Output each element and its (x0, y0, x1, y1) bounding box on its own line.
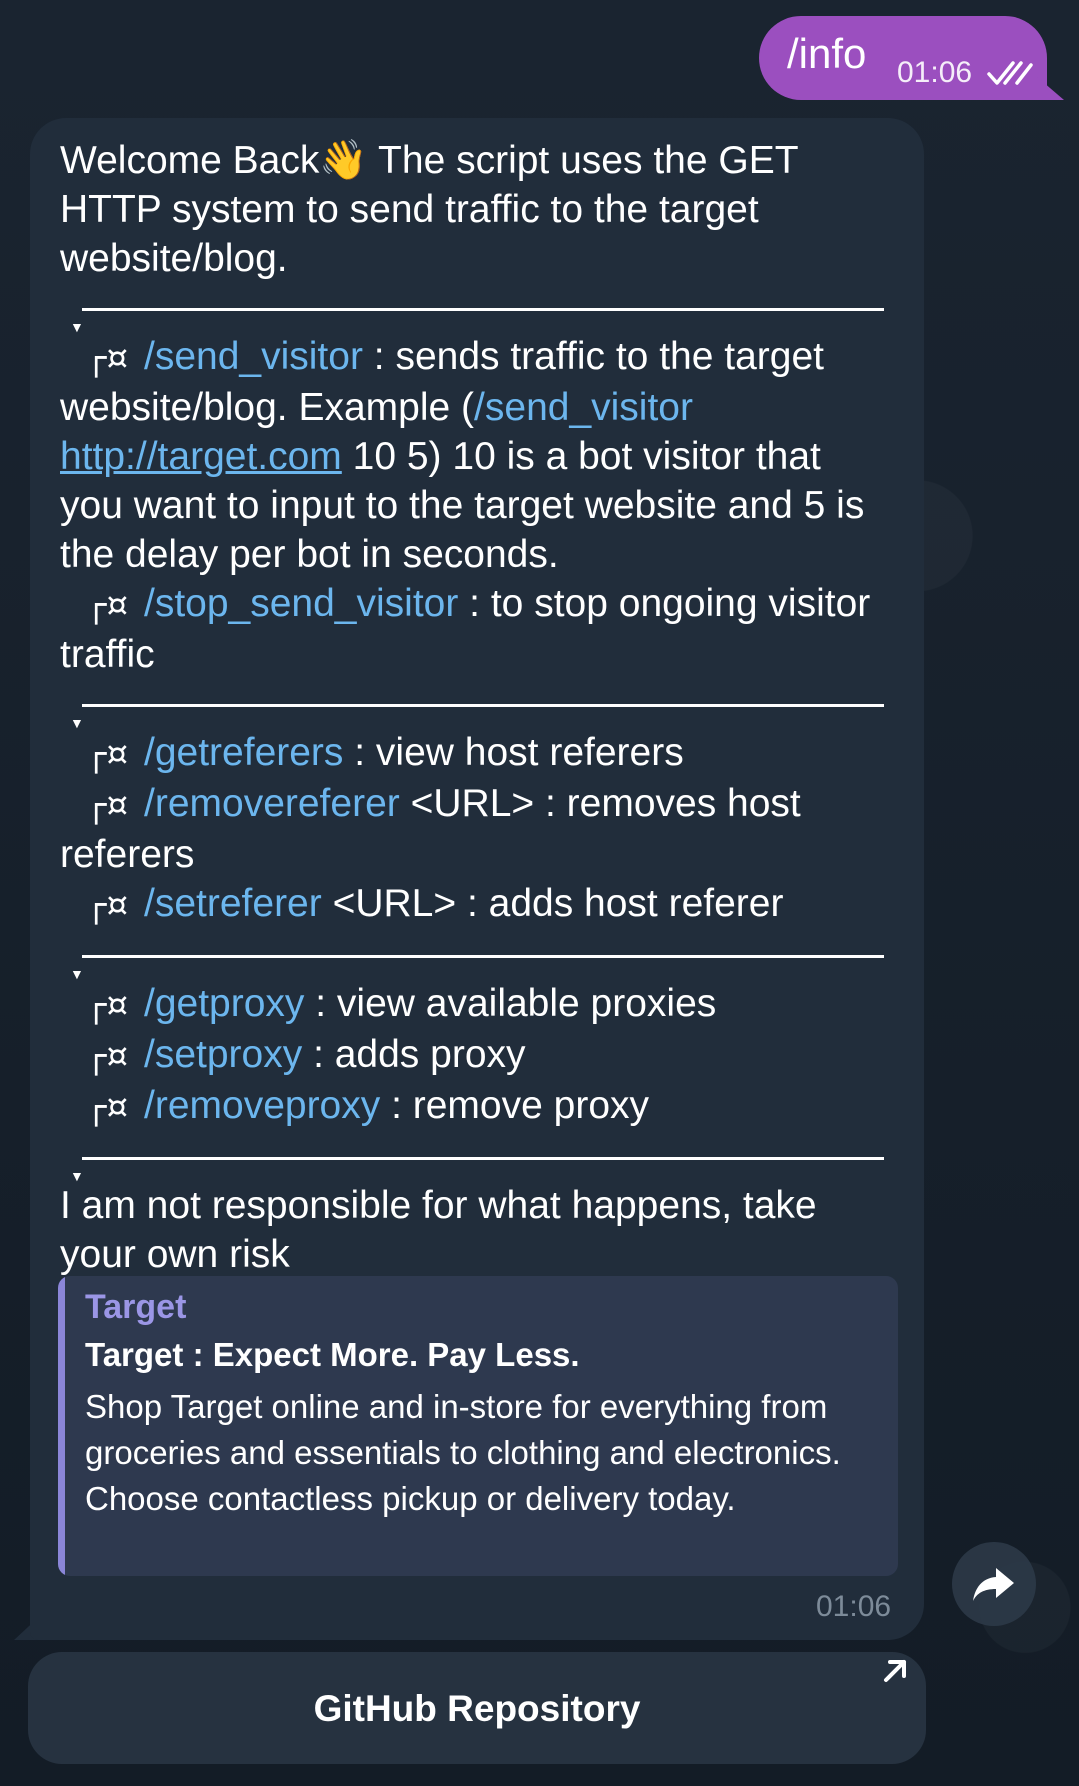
setproxy-command[interactable]: /setproxy (144, 1033, 302, 1076)
preview-site-name: Target (85, 1288, 187, 1326)
setreferer-command[interactable]: /setreferer (144, 882, 322, 925)
removereferer-command[interactable]: /removereferer (144, 782, 400, 825)
send-visitor-line: ┌¤/send_visitor : sends traffic to the t… (60, 332, 890, 579)
github-repository-label: GitHub Repository (313, 1688, 641, 1729)
stop-send-visitor-command[interactable]: /stop_send_visitor (144, 582, 458, 625)
getreferers-line: ┌¤/getreferers : view host referers (60, 728, 890, 779)
share-button[interactable] (952, 1542, 1036, 1626)
getreferers-command[interactable]: /getreferers (144, 731, 343, 774)
section-divider: ▼ (60, 930, 890, 982)
removeproxy-desc: : remove proxy (380, 1084, 650, 1127)
disclaimer-text: I am not responsible for what happens, t… (60, 1184, 817, 1276)
intro-text: Welcome Back👋 The script uses the GET HT… (60, 139, 798, 280)
send-visitor-command[interactable]: /send_visitor (144, 335, 363, 378)
section-divider: ▼ (60, 679, 890, 731)
preview-title: Target : Expect More. Pay Less. (85, 1336, 580, 1373)
bullet-icon: ┌¤ (86, 885, 129, 925)
removeproxy-line: ┌¤ /removeproxy : remove proxy (60, 1081, 890, 1132)
setreferer-desc: <URL> : adds host referer (321, 882, 784, 925)
bullet-icon: ┌¤ (86, 1087, 129, 1127)
bullet-icon: ┌¤ (86, 785, 129, 825)
section-divider: ▼ (60, 283, 890, 335)
section-divider: ▼ (60, 1132, 890, 1184)
removereferer-line: ┌¤/removereferer <URL> : removes host re… (60, 779, 890, 879)
incoming-message-body: Welcome Back👋 The script uses the GET HT… (60, 136, 890, 1279)
preview-accent-bar (58, 1276, 65, 1576)
getreferers-desc: : view host referers (343, 731, 684, 774)
setproxy-line: ┌¤ /setproxy : adds proxy (60, 1030, 890, 1081)
external-link-arrow-icon (884, 1660, 906, 1682)
bullet-icon: ┌¤ (86, 585, 129, 625)
outgoing-message-text: /info (787, 30, 867, 77)
preview-description: Shop Target online and in-store for ever… (85, 1388, 841, 1517)
send-visitor-example-command[interactable]: /send_visitor (474, 386, 693, 429)
outgoing-message[interactable]: /info 01:06 (759, 16, 1047, 100)
removeproxy-command[interactable]: /removeproxy (144, 1084, 380, 1127)
bullet-icon: ┌¤ (86, 1036, 129, 1076)
target-url-link[interactable]: http://target.com (60, 435, 342, 478)
double-check-icon (987, 61, 1033, 85)
getproxy-command[interactable]: /getproxy (144, 982, 304, 1025)
setreferer-line: ┌¤ /setreferer <URL> : adds host referer (60, 879, 890, 930)
stop-send-visitor-line: ┌¤/stop_send_visitor : to stop ongoing v… (60, 579, 890, 679)
incoming-message-time: 01:06 (816, 1590, 892, 1623)
github-repository-button[interactable]: GitHub Repository (28, 1652, 926, 1764)
link-preview-card[interactable]: Target Target : Expect More. Pay Less. S… (58, 1276, 898, 1576)
setproxy-desc: : adds proxy (302, 1033, 526, 1076)
getproxy-desc: : view available proxies (304, 982, 717, 1025)
getproxy-line: ┌¤/getproxy : view available proxies (60, 979, 890, 1030)
outgoing-message-time: 01:06 (897, 56, 973, 89)
share-forward-icon (973, 1568, 1014, 1601)
